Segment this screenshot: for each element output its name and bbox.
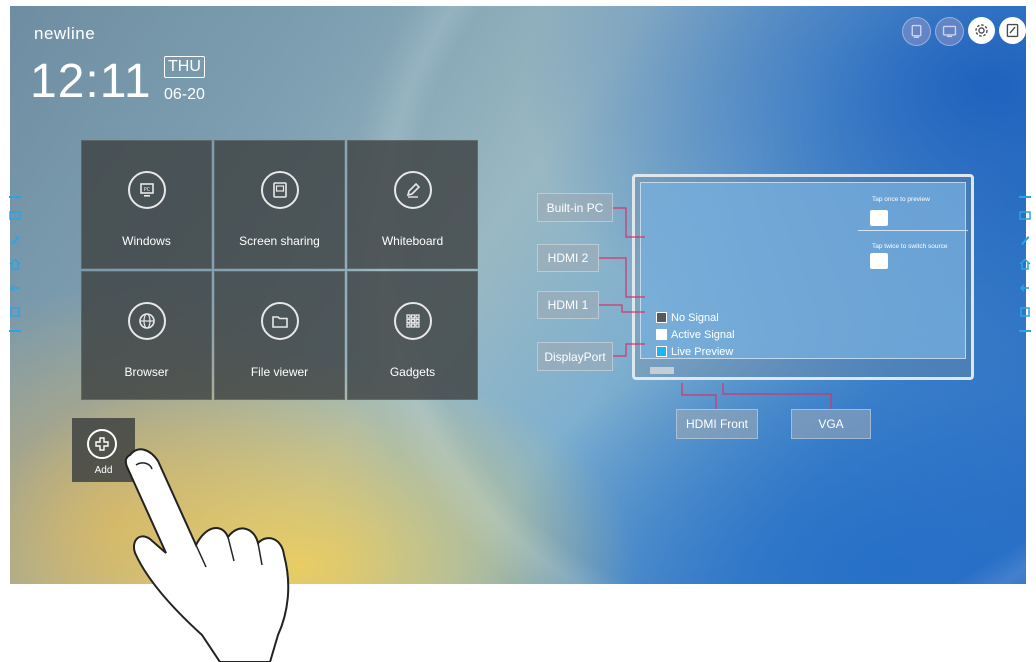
legend-label: No Signal [671,311,719,324]
app-label: File viewer [250,365,309,379]
top-right-toolbar [902,17,1026,46]
source-icon[interactable] [1019,210,1031,222]
app-label: Windows [122,234,171,248]
legend-label: Active Signal [671,328,735,341]
svg-text:PC: PC [143,187,150,193]
home-icon[interactable] [1019,258,1031,270]
legend-row: Live Preview [656,343,735,360]
app-label: Gadgets [389,365,436,379]
legend-label: Live Preview [671,345,734,358]
hint-tap-twice: Tap twice to switch source [872,243,948,250]
back-icon[interactable] [9,282,21,294]
toolbar-divider [9,330,21,332]
gear-icon[interactable] [968,17,995,44]
app-label: Browser [124,365,169,379]
app-tile-screen-sharing[interactable]: Screen sharing [214,140,345,269]
app-tile-whiteboard[interactable]: Whiteboard [347,140,478,269]
legend-swatch-active-signal [656,329,667,340]
pc-icon: PC [127,171,166,209]
app-label: Whiteboard [381,234,444,248]
app-tile-gadgets[interactable]: Gadgets [347,271,478,400]
tap-twice-hand-icon [870,253,888,269]
app-tile-browser[interactable]: Browser [81,271,212,400]
source-builtin-pc[interactable]: Built-in PC [537,193,613,222]
hint-divider [858,230,968,231]
clock-time: 12:11 [30,55,152,108]
right-side-toolbar [1018,196,1032,332]
app-tile-file-viewer[interactable]: File viewer [214,271,345,400]
source-hdmi1[interactable]: HDMI 1 [537,291,599,319]
left-side-toolbar [8,196,22,332]
back-icon[interactable] [1019,282,1031,294]
signal-legend: No Signal Active Signal Live Preview [656,309,735,360]
pc-screen-icon[interactable] [902,17,931,46]
globe-icon [127,302,166,340]
toolbar-divider [1019,330,1031,332]
hint-tap-once: Tap once to preview [872,196,930,203]
folder-icon [260,302,299,340]
home-icon[interactable] [9,258,21,270]
source-hdmi2[interactable]: HDMI 2 [537,244,599,272]
app-tile-windows[interactable]: PC Windows [81,140,212,269]
source-hdmi-front[interactable]: HDMI Front [676,409,758,439]
toolbar-divider [9,196,21,198]
legend-row: No Signal [656,309,735,326]
pointing-hand-illustration [124,448,290,662]
app-label: Screen sharing [239,234,320,248]
legend-swatch-no-signal [656,312,667,323]
legend-row: Active Signal [656,326,735,343]
clock-date: 06-20 [164,86,205,103]
pen-icon [393,171,432,209]
brand-logo: newline [34,24,96,43]
screen-share-icon [260,171,299,209]
annotate-icon[interactable] [999,17,1026,44]
source-vga[interactable]: VGA [791,409,871,439]
grid-icon [393,302,432,340]
pen-icon[interactable] [1019,234,1031,246]
source-icon[interactable] [9,210,21,222]
apps-icon[interactable] [1019,306,1031,318]
display-icon[interactable] [935,17,964,46]
front-port [650,367,674,374]
clock-day: THU [164,56,205,78]
source-displayport[interactable]: DisplayPort [537,342,613,371]
legend-swatch-live-preview [656,346,667,357]
pen-icon[interactable] [9,234,21,246]
tap-once-hand-icon [870,210,888,226]
apps-icon[interactable] [9,306,21,318]
toolbar-divider [1019,196,1031,198]
